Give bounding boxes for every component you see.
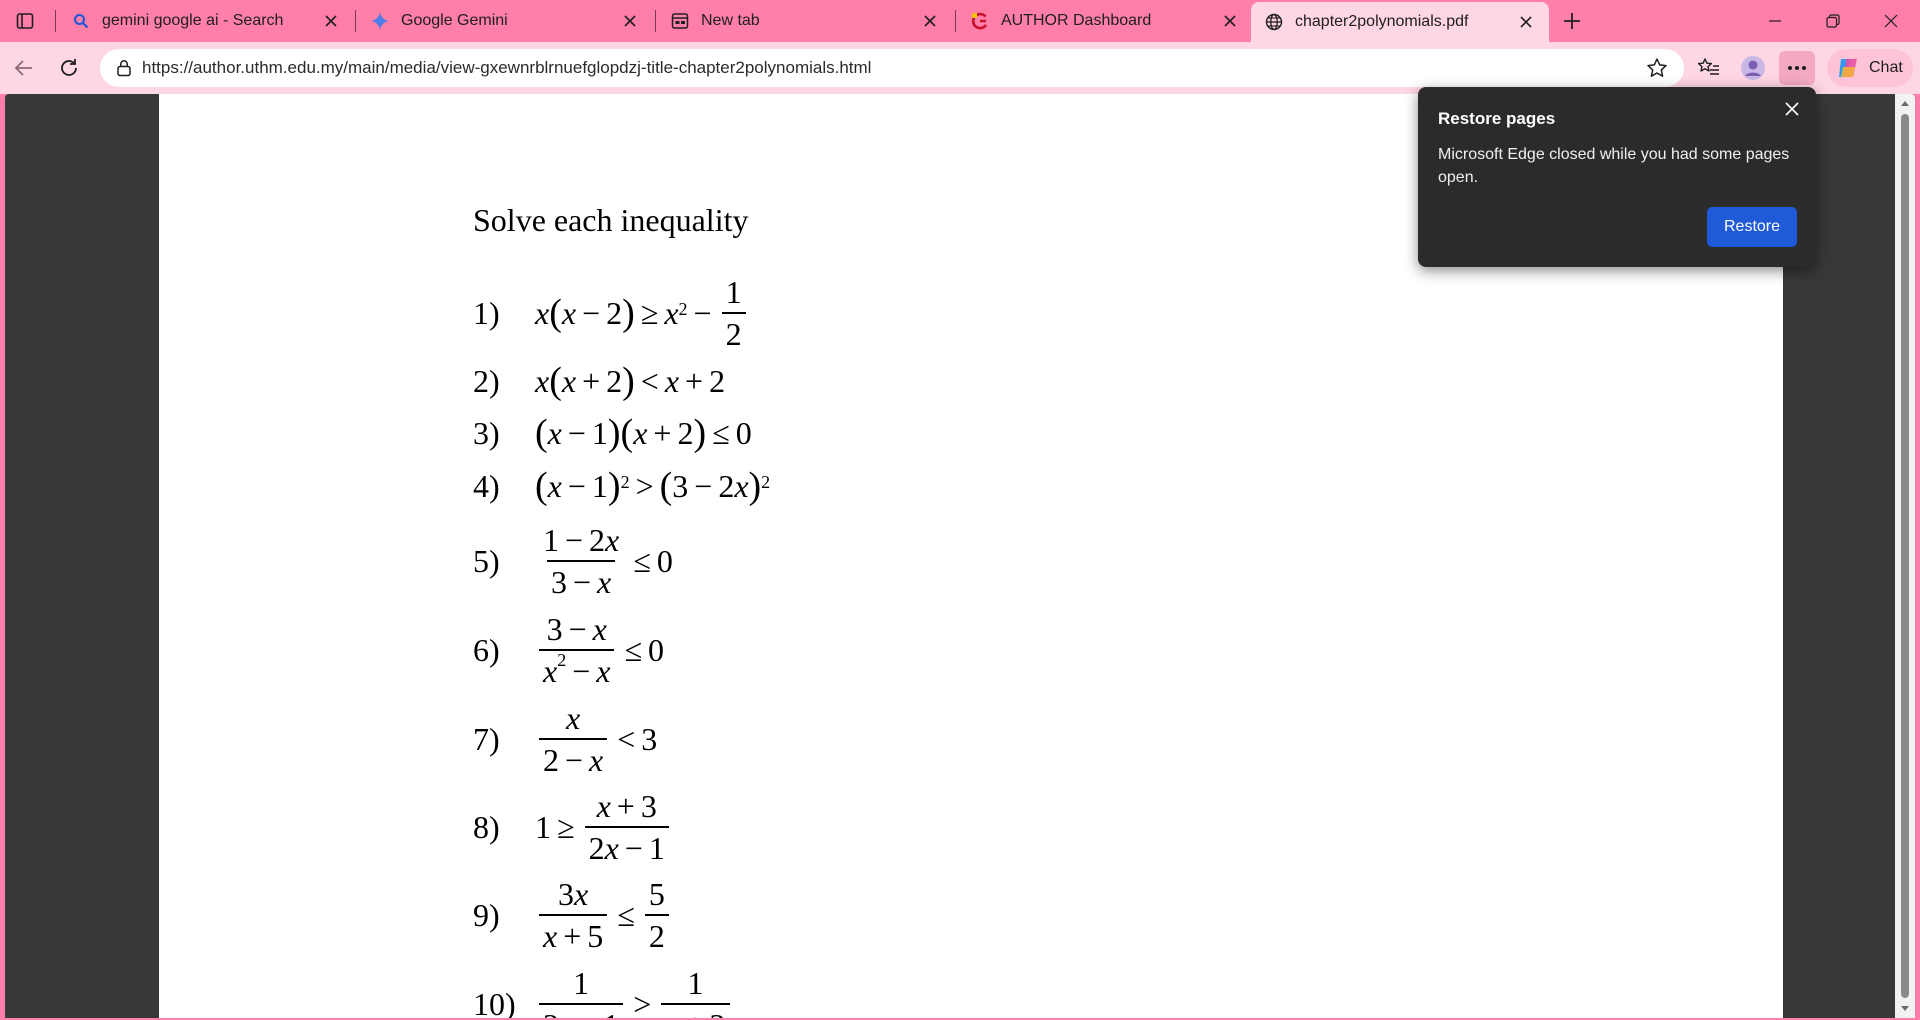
tab-title: chapter2polynomials.pdf bbox=[1295, 13, 1469, 30]
more-dots-icon bbox=[1788, 66, 1806, 70]
problem-10: 10) 12x−1>1x+2 bbox=[473, 967, 734, 1018]
close-tab-icon[interactable] bbox=[919, 10, 941, 32]
problem-8: 8) 1 ≥ x +3 2x −1 bbox=[473, 790, 673, 864]
close-icon bbox=[1884, 14, 1898, 28]
tab-strip: gemini google ai - Search Google Gemini … bbox=[0, 0, 1920, 42]
problem-2: 2) x(x +2) < x +2 bbox=[473, 360, 726, 402]
back-arrow-icon bbox=[14, 60, 32, 76]
popup-title: Restore pages bbox=[1438, 109, 1556, 128]
tab-title: gemini google ai - Search bbox=[102, 12, 284, 29]
problem-number: 2) bbox=[473, 363, 500, 399]
problem-1: 1) x(x −2) ≥ x 2− 12 bbox=[473, 276, 750, 350]
copilot-chat-button[interactable]: Chat bbox=[1827, 49, 1913, 87]
profile-avatar-icon bbox=[1741, 56, 1765, 80]
scroll-down-icon[interactable] bbox=[1895, 1000, 1915, 1018]
tab-separator bbox=[55, 10, 56, 32]
gemini-icon bbox=[371, 12, 389, 30]
problem-number: 9) bbox=[473, 897, 500, 933]
problem-number: 7) bbox=[473, 721, 500, 757]
settings-and-more-button[interactable] bbox=[1779, 51, 1815, 85]
problem-9: 9) 3x x +5 ≤5 2 bbox=[473, 878, 673, 952]
plus-icon bbox=[1564, 13, 1580, 29]
new-tab-button[interactable] bbox=[1556, 6, 1588, 36]
problem-number: 4) bbox=[473, 468, 500, 504]
chat-label: Chat bbox=[1869, 59, 1903, 76]
search-icon bbox=[72, 12, 90, 30]
vertical-scrollbar[interactable] bbox=[1895, 94, 1915, 1018]
newtab-icon bbox=[671, 12, 689, 30]
address-url[interactable]: https://author.uthm.edu.my/main/media/vi… bbox=[142, 58, 1640, 78]
favorites-list-icon bbox=[1697, 58, 1719, 75]
tab-gemini[interactable]: Google Gemini bbox=[357, 4, 653, 38]
refresh-icon bbox=[61, 59, 77, 76]
problem-3: 3) (x −1)(x +2) ≤0 bbox=[473, 412, 752, 454]
restore-pages-popup: Restore pages Microsoft Edge closed whil… bbox=[1418, 87, 1816, 267]
problem-number: 10) bbox=[473, 986, 516, 1018]
tab-chapter2polynomials[interactable]: chapter2polynomials.pdf bbox=[1251, 2, 1549, 42]
restore-window-button[interactable] bbox=[1804, 0, 1862, 42]
minimize-icon bbox=[1769, 20, 1781, 22]
site-info-icon[interactable] bbox=[114, 58, 134, 78]
profile-button[interactable] bbox=[1735, 51, 1771, 85]
tab-title: New tab bbox=[701, 12, 760, 29]
close-tab-icon[interactable] bbox=[1219, 10, 1241, 32]
problem-number: 1) bbox=[473, 295, 500, 331]
close-icon bbox=[1785, 102, 1799, 116]
tab-author-dashboard[interactable]: AUTHOR Dashboard bbox=[957, 4, 1253, 38]
problem-number: 6) bbox=[473, 632, 500, 668]
scrollbar-thumb[interactable] bbox=[1901, 114, 1909, 998]
globe-icon bbox=[1265, 13, 1283, 31]
minimize-button[interactable] bbox=[1746, 0, 1804, 42]
close-tab-icon[interactable] bbox=[619, 10, 641, 32]
tab-actions-icon bbox=[16, 13, 34, 29]
refresh-button[interactable] bbox=[51, 51, 87, 85]
tab-new-tab[interactable]: New tab bbox=[657, 4, 953, 38]
tab-actions-button[interactable] bbox=[6, 6, 44, 36]
copilot-icon bbox=[1839, 59, 1857, 77]
close-popup-button[interactable] bbox=[1778, 95, 1806, 123]
favorite-star-icon[interactable] bbox=[1640, 51, 1674, 85]
problem-number: 8) bbox=[473, 809, 500, 845]
problem-number: 5) bbox=[473, 543, 500, 579]
problem-5: 5) 1−2x 3− x ≤0 bbox=[473, 522, 673, 600]
scroll-up-icon[interactable] bbox=[1895, 94, 1915, 112]
document-heading: Solve each inequality bbox=[473, 202, 749, 238]
author-icon bbox=[971, 12, 989, 30]
close-tab-icon[interactable] bbox=[1515, 11, 1537, 33]
restore-window-icon bbox=[1826, 14, 1840, 28]
problem-number: 3) bbox=[473, 415, 500, 451]
tab-title: AUTHOR Dashboard bbox=[1001, 12, 1152, 29]
restore-button[interactable]: Restore bbox=[1707, 207, 1797, 247]
address-bar[interactable]: https://author.uthm.edu.my/main/media/vi… bbox=[100, 49, 1684, 87]
close-window-button[interactable] bbox=[1862, 0, 1920, 42]
tab-search[interactable]: gemini google ai - Search bbox=[58, 4, 354, 38]
tab-separator bbox=[655, 10, 656, 32]
back-button[interactable] bbox=[6, 51, 42, 85]
popup-message: Microsoft Edge closed while you had some… bbox=[1438, 146, 1790, 186]
problem-7: 7) x 2− x <3 bbox=[473, 700, 658, 778]
favorites-button[interactable] bbox=[1691, 51, 1727, 85]
tab-separator bbox=[355, 10, 356, 32]
problem-4: 4) (x −1) 2 >(3−2 x) 2 bbox=[473, 465, 771, 507]
close-tab-icon[interactable] bbox=[320, 10, 342, 32]
tab-separator bbox=[955, 10, 956, 32]
problem-6: 6) 3− x x2− x ≤0 bbox=[473, 611, 665, 689]
tab-title: Google Gemini bbox=[401, 12, 508, 29]
